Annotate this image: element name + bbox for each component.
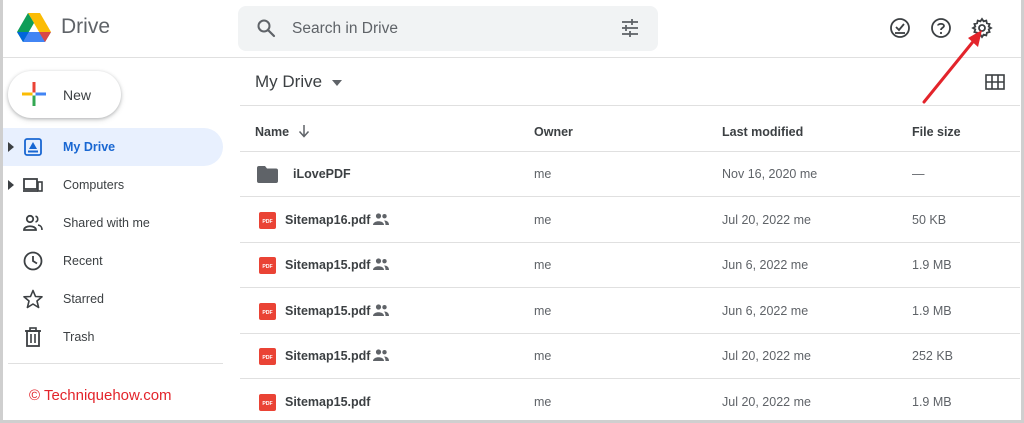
file-row[interactable]: iLovePDF me Nov 16, 2020 me — <box>240 152 1020 197</box>
file-modified: Nov 16, 2020 me <box>722 167 818 181</box>
file-owner: me <box>534 167 552 181</box>
chevron-down-icon[interactable] <box>332 80 342 86</box>
sidebar-item-label: Recent <box>63 254 103 268</box>
expand-arrow-icon[interactable] <box>8 142 14 152</box>
pdf-file-icon: PDF <box>259 302 276 320</box>
clock-icon <box>23 251 43 271</box>
file-name[interactable]: Sitemap15.pdf <box>285 349 370 363</box>
shared-people-icon <box>373 303 389 316</box>
file-row[interactable]: PDF Sitemap15.pdf me Jun 6, 2022 me 1.9 MB <box>240 289 1020 334</box>
folder-icon <box>257 166 278 183</box>
search-options-icon[interactable] <box>620 18 640 38</box>
sidebar-item-label: Starred <box>63 292 104 306</box>
file-owner: me <box>534 349 552 363</box>
page-title[interactable]: My Drive <box>255 72 322 92</box>
file-name[interactable]: Sitemap15.pdf <box>285 304 370 318</box>
pdf-icon-label: PDF <box>262 355 272 361</box>
sidebar-item-shared-with-me[interactable]: Shared with me <box>0 204 223 242</box>
file-owner: me <box>534 394 552 409</box>
sidebar-item-recent[interactable]: Recent <box>0 242 223 280</box>
file-owner: me <box>534 212 552 227</box>
column-header-name[interactable]: Name <box>255 125 289 139</box>
trash-icon <box>25 327 41 347</box>
pdf-file-icon: PDF <box>259 211 276 229</box>
sidebar-item-label: Trash <box>63 330 95 344</box>
pdf-icon-label: PDF <box>262 310 272 316</box>
computers-icon <box>23 178 43 192</box>
new-button-label: New <box>63 87 92 103</box>
file-row[interactable]: PDF Sitemap15.pdf me Jul 20, 2022 me 252 KB <box>240 334 1020 379</box>
sidebar-item-label: My Drive <box>63 140 116 154</box>
shared-people-icon <box>373 349 389 361</box>
shared-people-icon <box>373 212 389 225</box>
file-name[interactable]: Sitemap16.pdf <box>285 213 370 227</box>
file-modified: Jun 6, 2022 me <box>722 303 809 318</box>
sort-arrow-down-icon[interactable] <box>298 124 310 138</box>
file-modified: Jul 20, 2022 me <box>722 212 811 227</box>
search-bar[interactable] <box>238 6 658 51</box>
new-button[interactable]: New <box>8 71 121 118</box>
sidebar-item-label: Computers <box>63 178 125 192</box>
column-header-owner[interactable]: Owner <box>534 125 573 139</box>
expand-arrow-icon[interactable] <box>8 180 14 190</box>
pdf-file-icon: PDF <box>259 393 276 411</box>
file-size: 1.9 MB <box>912 394 952 409</box>
pdf-icon-label: PDF <box>262 264 272 270</box>
people-icon <box>23 214 43 231</box>
plus-icon <box>22 82 46 106</box>
file-modified: Jul 20, 2022 me <box>722 394 811 409</box>
top-bar: Drive <box>0 0 1024 58</box>
search-input[interactable] <box>292 16 592 42</box>
sidebar-item-trash[interactable]: Trash <box>0 318 223 356</box>
file-size: — <box>912 167 925 181</box>
file-size: 1.9 MB <box>912 303 952 318</box>
file-size: 1.9 MB <box>912 258 952 272</box>
file-name[interactable]: Sitemap15.pdf <box>285 258 370 272</box>
file-size: 252 KB <box>912 349 954 363</box>
my-drive-icon <box>24 138 42 156</box>
sidebar-item-my-drive[interactable]: My Drive <box>0 128 223 166</box>
column-header-modified[interactable]: Last modified <box>722 125 803 139</box>
file-modified: Jun 6, 2022 me <box>722 258 809 272</box>
pdf-icon-label: PDF <box>262 401 272 407</box>
sidebar-divider <box>8 363 223 364</box>
app-name[interactable]: Drive <box>61 15 110 39</box>
file-owner: me <box>534 258 552 272</box>
sidebar-item-label: Shared with me <box>63 216 150 230</box>
file-name[interactable]: Sitemap15.pdf <box>285 395 370 409</box>
file-name[interactable]: iLovePDF <box>293 167 351 181</box>
shared-people-icon <box>373 258 389 270</box>
search-icon[interactable] <box>256 18 276 38</box>
pdf-file-icon: PDF <box>259 348 276 365</box>
file-modified: Jul 20, 2022 me <box>722 349 811 363</box>
file-row[interactable]: PDF Sitemap15.pdf me Jul 20, 2022 me 1.9 MB <box>240 380 1020 423</box>
offline-status-icon[interactable] <box>889 17 911 39</box>
sidebar-item-starred[interactable]: Starred <box>0 280 223 318</box>
pdf-file-icon: PDF <box>259 257 276 274</box>
sidebar-item-computers[interactable]: Computers <box>0 166 223 204</box>
main-header: My Drive <box>240 58 1020 106</box>
column-header-size[interactable]: File size <box>912 125 961 139</box>
drive-logo-icon[interactable] <box>16 12 52 44</box>
file-row[interactable]: PDF Sitemap15.pdf me Jun 6, 2022 me 1.9 MB <box>240 243 1020 288</box>
star-icon <box>23 289 43 309</box>
file-size: 50 KB <box>912 212 947 227</box>
file-row[interactable]: PDF Sitemap16.pdf me Jul 20, 2022 me 50 KB <box>240 198 1020 243</box>
file-owner: me <box>534 303 552 318</box>
pdf-icon-label: PDF <box>262 219 272 225</box>
watermark: © Techniquehow.com <box>29 387 172 404</box>
grid-view-icon[interactable] <box>985 74 1005 90</box>
